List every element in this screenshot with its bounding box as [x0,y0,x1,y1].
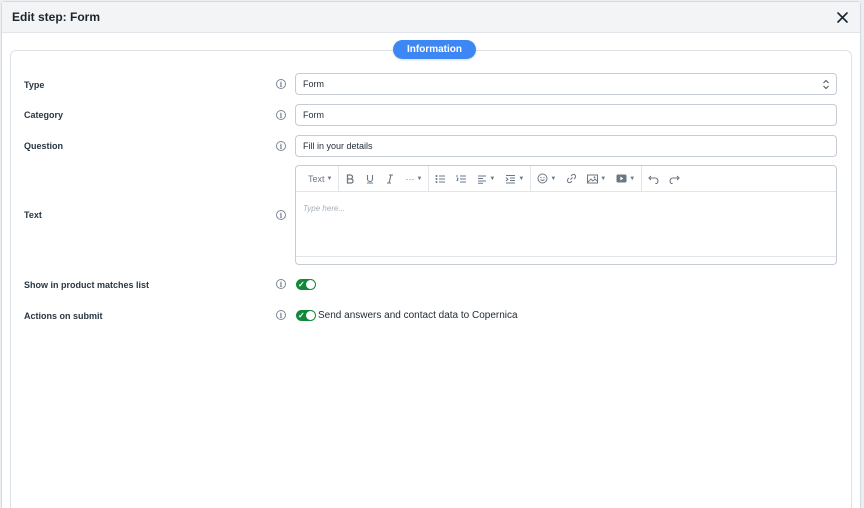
video-icon [616,174,627,183]
paragraph-format-label: Text [308,173,325,184]
emoji-dropdown[interactable]: ▼ [537,171,556,187]
paragraph-format-dropdown[interactable]: Text ▼ [308,171,332,187]
question-input-value: Fill in your details [303,141,373,151]
indent-icon [506,174,516,183]
editor-content-area[interactable]: Type here... [296,192,836,256]
redo-icon [669,175,680,184]
emoji-icon [537,173,548,184]
actions-on-submit-label: Actions on submit [24,311,103,321]
more-icon: ··· [405,173,415,184]
caret-down-icon: ▼ [489,175,496,182]
category-input[interactable]: Form [295,104,837,126]
text-label: Text [24,210,42,220]
text-info-icon[interactable]: i [276,210,286,220]
select-arrows-icon [823,79,829,90]
undo-icon [648,175,659,184]
tab-information[interactable]: Information [393,40,476,59]
toolbar-group-history [642,166,686,192]
redo-button[interactable] [669,171,680,187]
numbered-list-icon [456,174,467,182]
type-info-icon[interactable]: i [276,79,286,89]
toolbar-group-formatting: ··· ▼ [339,165,430,192]
toolbar-group-paragraph: Text ▼ [302,165,340,192]
category-input-value: Form [303,110,324,120]
more-formatting-dropdown[interactable]: ··· ▼ [405,171,422,187]
align-left-icon [478,175,487,184]
underline-icon [367,174,374,184]
dialog-header: Edit step: Form [2,2,860,33]
editor-placeholder: Type here... [303,204,346,213]
show-in-list-label: Show in product matches list [24,280,150,290]
caret-down-icon: ▼ [326,175,333,182]
caret-down-icon: ▼ [550,175,557,182]
send-to-copernica-label: Send answers and contact data to Coperni… [318,310,518,321]
toggle-knob [306,311,315,320]
type-select-value: Form [303,79,324,89]
caret-down-icon: ▼ [518,175,525,182]
send-to-copernica-toggle[interactable]: ✓ [296,310,316,321]
question-info-icon[interactable]: i [276,141,286,151]
actions-on-submit-info-icon[interactable]: i [276,310,286,320]
caret-down-icon: ▼ [416,175,423,182]
editor-footer [296,256,836,264]
align-dropdown[interactable]: ▼ [477,171,495,187]
toggle-knob [306,280,315,289]
show-in-list-toggle[interactable]: ✓ [296,279,316,290]
bullet-list-icon [435,174,446,183]
category-info-icon[interactable]: i [276,110,286,120]
italic-button[interactable] [385,171,395,187]
toolbar-group-insert: ▼ ▼ ▼ [531,165,643,192]
category-label: Category [24,110,64,120]
rich-text-editor[interactable]: Text ▼ ··· ▼ ▼ ▼ ▼ ▼ ▼ Type here... [295,165,837,265]
toolbar-group-lists: ▼ ▼ [429,165,532,192]
question-input[interactable]: Fill in your details [295,135,837,157]
link-icon [567,173,577,184]
numbered-list-button[interactable] [456,171,467,187]
type-label: Type [24,80,45,90]
editor-toolbar: Text ▼ ··· ▼ ▼ ▼ ▼ ▼ ▼ [296,165,836,192]
bold-button[interactable] [345,171,355,187]
caret-down-icon: ▼ [600,175,607,182]
question-label: Question [24,141,64,151]
indent-dropdown[interactable]: ▼ [505,171,524,187]
check-icon: ✓ [298,311,305,320]
link-button[interactable] [566,171,577,187]
caret-down-icon: ▼ [629,175,636,182]
image-dropdown[interactable]: ▼ [587,171,606,187]
close-button[interactable] [834,9,850,25]
italic-icon [387,173,394,184]
undo-button[interactable] [648,171,659,187]
bullet-list-button[interactable] [435,171,446,187]
close-icon [836,11,848,23]
video-dropdown[interactable]: ▼ [616,171,635,187]
bold-icon [347,173,355,184]
underline-button[interactable] [365,171,375,187]
type-select[interactable]: Form [295,73,837,95]
image-icon [587,174,599,183]
check-icon: ✓ [298,280,305,289]
show-in-list-info-icon[interactable]: i [276,279,286,289]
dialog-title: Edit step: Form [12,10,101,24]
